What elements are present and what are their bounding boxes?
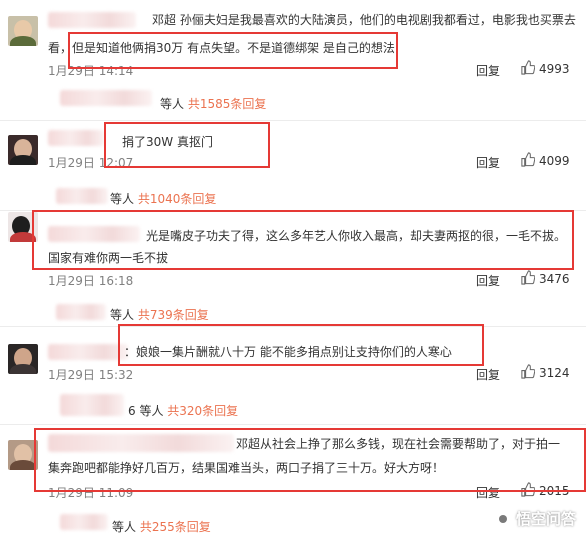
comment-timestamp: 1月29日 15:32 [48,368,134,382]
highlight-box [104,122,270,168]
sub-reply-summary[interactable]: 等人 共1040条回复 [110,190,216,207]
like-button[interactable]: 4099 [520,152,570,170]
wukong-logo-icon [493,509,512,528]
blurred-username [48,130,104,146]
avatar[interactable] [8,344,38,374]
comment-text: 邓超 孙俪夫妇是我最喜欢的大陆演员，他们的电视剧我都看过，电影我也买票去 [152,13,576,27]
reply-button[interactable]: 回复 [476,62,500,79]
sub-reply-summary[interactable]: 6 等人 共320条回复 [128,402,238,419]
avatar[interactable] [8,135,38,165]
sub-reply-count[interactable]: 共1585条回复 [188,97,267,111]
divider [0,120,586,121]
sub-reply-count[interactable]: 共320条回复 [167,404,238,418]
comment-item: 捐了30W 真抠门 1月29日 12:07 回复 4099 等人 共1040条回… [0,122,586,212]
highlight-box [118,324,484,366]
watermark: 悟空问答 [493,508,576,529]
thumbs-up-icon [520,60,536,78]
blurred-reply-user [56,188,108,204]
blurred-reply-user [56,304,106,320]
sub-reply-summary[interactable]: 等人 共255条回复 [112,518,211,535]
sub-reply-count[interactable]: 共739条回复 [138,308,209,322]
highlight-box [68,32,398,69]
blurred-username [48,344,128,360]
comment-timestamp: 1月29日 16:18 [48,274,134,288]
reply-button[interactable]: 回复 [476,154,500,171]
like-button[interactable]: 3124 [520,364,570,382]
sub-reply-summary[interactable]: 等人 共739条回复 [110,306,209,323]
like-count: 3476 [539,272,570,286]
thumbs-up-icon [520,152,536,170]
highlight-box [34,428,586,492]
sub-reply-summary[interactable]: 等人 共1585条回复 [160,95,266,112]
thumbs-up-icon [520,270,536,288]
reply-button[interactable]: 回复 [476,366,500,383]
blurred-reply-user [60,394,124,416]
blurred-reply-user [60,514,108,530]
like-button[interactable]: 3476 [520,270,570,288]
avatar[interactable] [8,16,38,46]
blurred-reply-user [60,90,152,106]
thumbs-up-icon [520,364,536,382]
like-count: 3124 [539,366,570,380]
watermark-text: 悟空问答 [515,510,576,528]
like-count: 4099 [539,154,570,168]
sub-reply-count[interactable]: 共1040条回复 [138,192,217,206]
like-button[interactable]: 4993 [520,60,570,78]
like-count: 4993 [539,62,570,76]
reply-button[interactable]: 回复 [476,272,500,289]
sub-reply-count[interactable]: 共255条回复 [140,520,211,534]
divider [0,424,586,425]
comment-username[interactable]: 邓超 [152,13,176,27]
blurred-username [48,12,136,28]
highlight-box [32,210,574,270]
